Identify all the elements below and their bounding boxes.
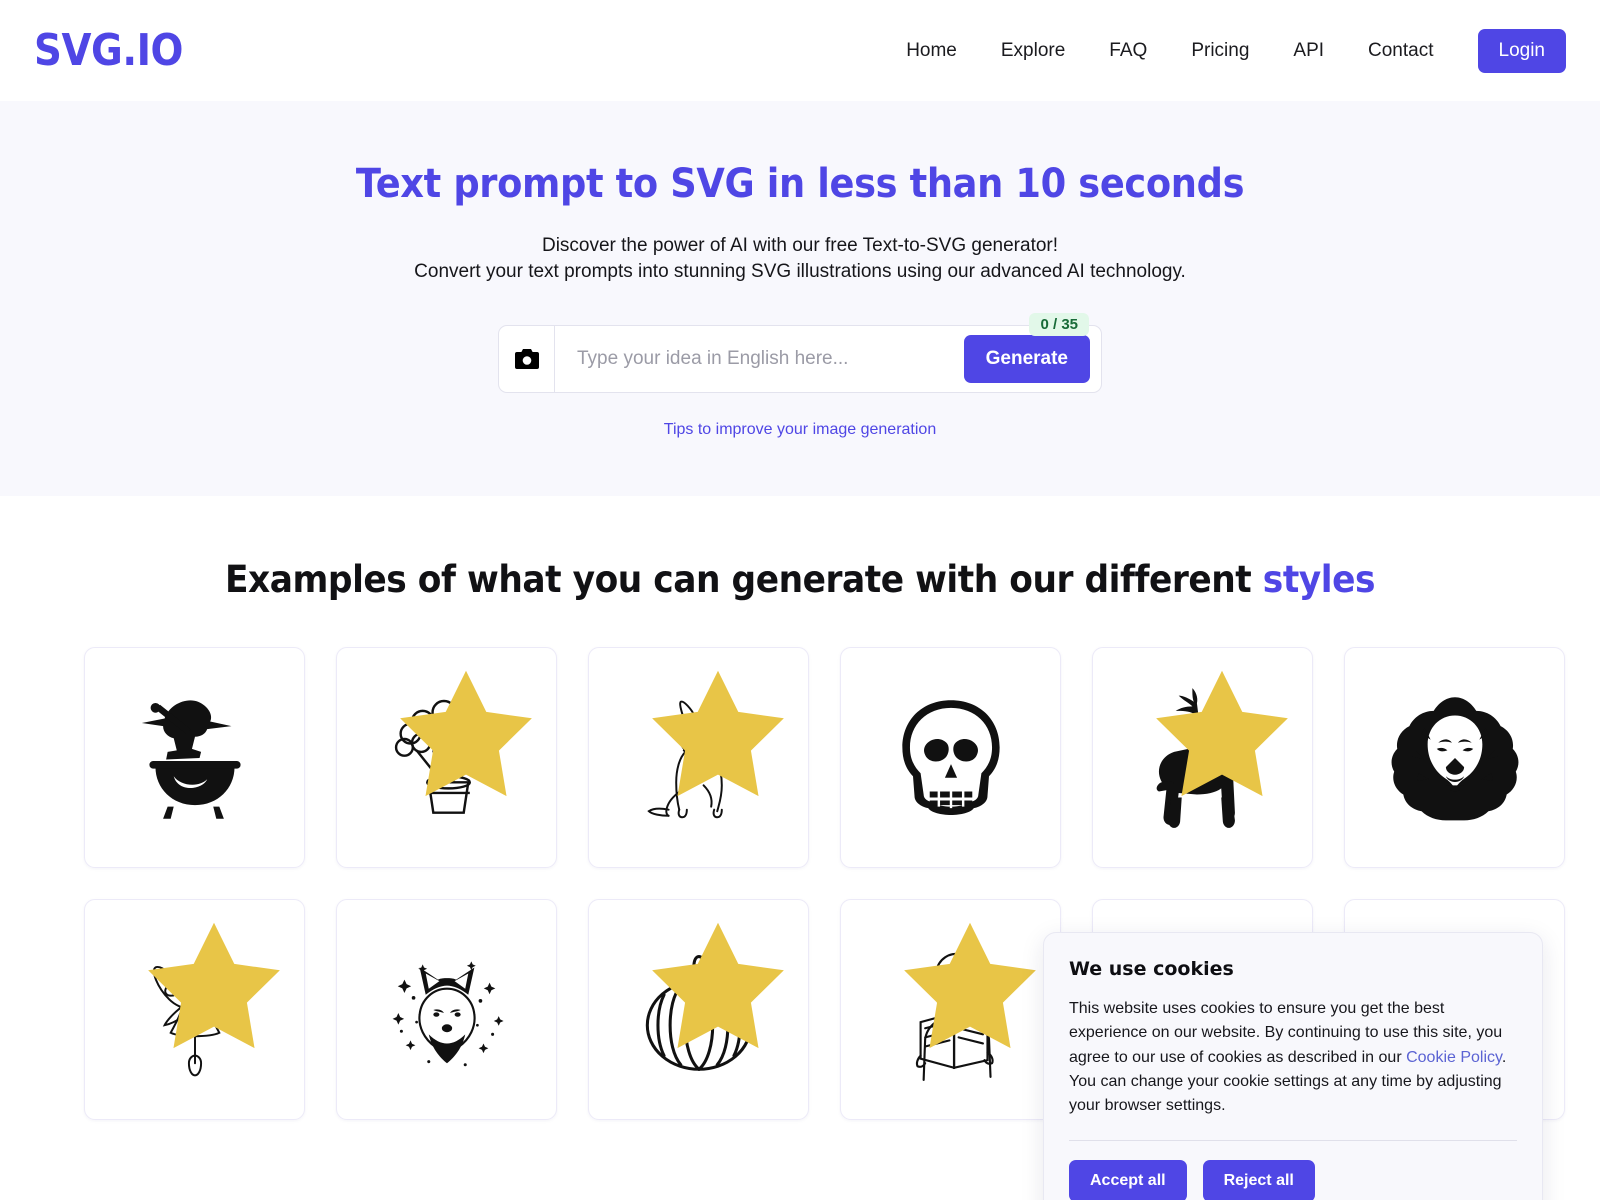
generate-button[interactable]: Generate — [963, 335, 1090, 384]
prompt-input[interactable] — [555, 326, 964, 393]
lion-head-illustration — [1391, 696, 1518, 820]
nav-item-explore[interactable]: Explore — [1001, 40, 1065, 62]
character-counter: 0 / 35 — [1029, 313, 1089, 337]
accept-all-button[interactable]: Accept all — [1069, 1159, 1187, 1200]
examples-heading-accent: styles — [1262, 558, 1376, 601]
star-icon[interactable] — [1146, 660, 1298, 812]
examples-heading-text: Examples of what you can generate with o… — [224, 558, 1263, 601]
example-card-pumpkin[interactable] — [588, 899, 809, 1120]
star-icon[interactable] — [390, 660, 542, 812]
cookie-banner-title: We use cookies — [1069, 958, 1234, 980]
witch-cauldron-illustration — [141, 699, 241, 819]
camera-icon — [514, 349, 539, 370]
star-icon[interactable] — [642, 912, 794, 1064]
cookie-consent-banner: We use cookies This website uses cookies… — [1043, 932, 1543, 1200]
cookie-actions: Accept all Reject all — [1069, 1159, 1517, 1200]
site-logo[interactable]: SVG.IO — [34, 25, 183, 76]
hero-heading: Text prompt to SVG in less than 10 secon… — [355, 161, 1245, 207]
example-card-skull[interactable] — [840, 647, 1061, 868]
prompt-bar: Generate — [498, 325, 1102, 394]
reject-all-button[interactable]: Reject all — [1202, 1159, 1315, 1200]
example-card-witch-cauldron[interactable] — [84, 647, 305, 868]
nav-item-api[interactable]: API — [1293, 40, 1324, 62]
examples-heading: Examples of what you can generate with o… — [56, 558, 1544, 601]
fox-head-illustration — [392, 960, 504, 1066]
example-card-girl-reading-book[interactable] — [840, 899, 1061, 1120]
star-icon[interactable] — [642, 660, 794, 812]
hero-subtitle-line-1: Discover the power of AI with our free T… — [541, 235, 1059, 256]
nav-item-faq[interactable]: FAQ — [1109, 40, 1147, 62]
example-card-lion-head[interactable] — [1344, 647, 1565, 868]
example-card-flower-bouquet[interactable] — [336, 647, 557, 868]
skull-illustration — [901, 699, 1000, 815]
tips-link[interactable]: Tips to improve your image generation — [498, 421, 1102, 439]
main-navigation: Home Explore FAQ Pricing API Contact Log… — [906, 28, 1566, 73]
cookie-divider — [1069, 1139, 1517, 1141]
hero-subtitle-line-2: Convert your text prompts into stunning … — [414, 260, 1186, 282]
star-icon[interactable] — [894, 912, 1046, 1064]
login-button[interactable]: Login — [1477, 28, 1566, 73]
hero-section: Text prompt to SVG in less than 10 secon… — [0, 101, 1600, 496]
nav-item-home[interactable]: Home — [906, 40, 957, 62]
example-card-fox-head[interactable] — [336, 899, 557, 1120]
star-icon[interactable] — [138, 912, 290, 1064]
page-root: SVG.IO Home Explore FAQ Pricing API Cont… — [0, 0, 1600, 1200]
nav-item-pricing[interactable]: Pricing — [1191, 40, 1249, 62]
camera-upload-button[interactable] — [499, 326, 555, 393]
example-card-line-art-dog[interactable] — [588, 647, 809, 868]
cookie-banner-text: This website uses cookies to ensure you … — [1069, 997, 1517, 1119]
nav-item-contact[interactable]: Contact — [1368, 40, 1433, 62]
prompt-form: 0 / 35 Generate Tips to improve your ima… — [498, 313, 1102, 439]
site-header: SVG.IO Home Explore FAQ Pricing API Cont… — [0, 0, 1600, 101]
cookie-policy-link[interactable]: Cookie Policy — [1406, 1049, 1502, 1066]
example-card-deer-silhouette[interactable] — [1092, 647, 1313, 868]
example-card-fairy[interactable] — [84, 899, 305, 1120]
